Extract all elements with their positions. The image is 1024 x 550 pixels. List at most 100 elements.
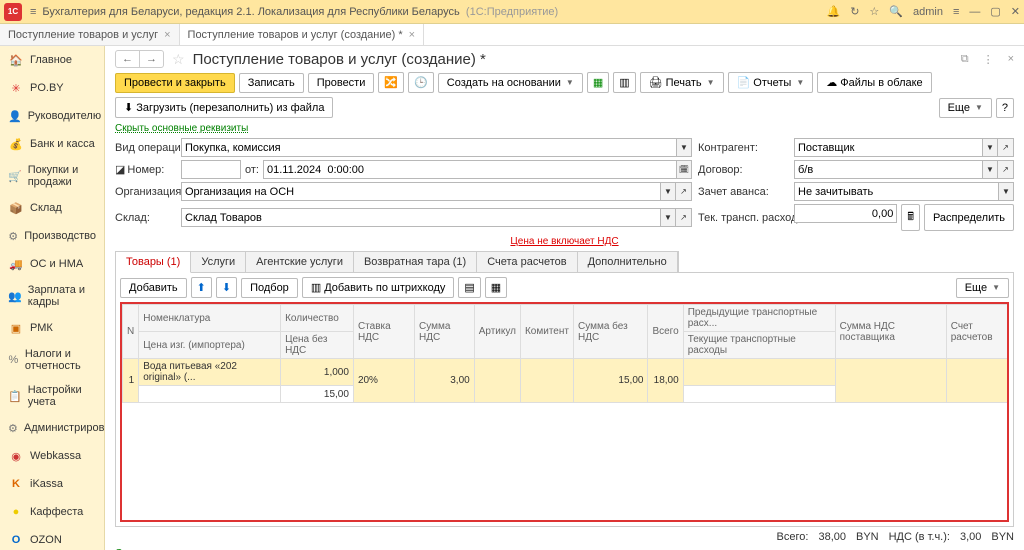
- star-icon[interactable]: ☆: [869, 5, 879, 18]
- sidebar-item[interactable]: 📋Настройки учета: [0, 378, 104, 414]
- di-icon: ◪: [115, 163, 125, 176]
- print-button[interactable]: 🖨 Печать▼: [640, 72, 724, 93]
- tab-goods[interactable]: Товары (1): [116, 252, 191, 273]
- calendar-icon[interactable]: 🗓: [676, 160, 692, 179]
- avans-label: Зачет аванса:: [698, 186, 788, 198]
- toolbar-icon[interactable]: ▤: [458, 277, 480, 298]
- maximize-icon[interactable]: ▢: [990, 5, 1000, 18]
- options-icon[interactable]: ⋮: [983, 53, 994, 66]
- sidebar-item[interactable]: 👥Зарплата и кадры: [0, 278, 104, 314]
- contr-label: Контрагент:: [698, 142, 788, 154]
- document-tab[interactable]: Поступление товаров и услуг×: [0, 24, 180, 45]
- excel-button[interactable]: ▦: [587, 72, 609, 93]
- sidebar-item[interactable]: 👤Руководителю: [0, 102, 104, 130]
- bell-icon[interactable]: 🔔: [826, 5, 840, 18]
- calc-button[interactable]: 🖩: [901, 204, 920, 231]
- table-row[interactable]: 1 Вода питьевая «202 original» (...1,000…: [123, 359, 1010, 386]
- content: ← → ☆ Поступление товаров и услуг (созда…: [105, 46, 1024, 550]
- sklad-label: Склад:: [115, 212, 175, 224]
- menu-icon[interactable]: ≡: [30, 6, 36, 18]
- number-input[interactable]: [181, 160, 241, 179]
- sidebar-item[interactable]: ⚙Администрирование: [0, 414, 104, 442]
- page-title: Поступление товаров и услуг (создание) *: [193, 51, 486, 68]
- sidebar-item[interactable]: 💰Банк и касса: [0, 130, 104, 158]
- warehouse-input[interactable]: [181, 208, 660, 227]
- optype-input[interactable]: [181, 138, 676, 157]
- open-icon[interactable]: ↗: [998, 160, 1014, 179]
- selection-button[interactable]: Подбор: [241, 278, 298, 298]
- structure-button[interactable]: 🕒: [408, 72, 434, 93]
- dropdown-icon[interactable]: ▼: [660, 208, 676, 227]
- toolbar-icon[interactable]: ▦: [485, 277, 507, 298]
- write-button[interactable]: Записать: [239, 73, 304, 93]
- contract-input[interactable]: [794, 160, 982, 179]
- vat-mode-link[interactable]: Цена не включает НДС: [510, 236, 618, 247]
- post-and-close-button[interactable]: Провести и закрыть: [115, 73, 235, 93]
- dropdown-icon[interactable]: ▼: [982, 160, 998, 179]
- tab-services[interactable]: Услуги: [191, 252, 246, 272]
- sidebar-item[interactable]: 🏠Главное: [0, 46, 104, 74]
- search-icon[interactable]: 🔍: [889, 5, 903, 18]
- transport-expenses-input[interactable]: [794, 204, 897, 223]
- more-table-button[interactable]: Еще▼: [956, 278, 1009, 298]
- move-down-button[interactable]: ⬇: [216, 277, 237, 298]
- minimize-icon[interactable]: —: [969, 6, 980, 18]
- org-label: Организация:: [115, 186, 175, 198]
- sidebar-item[interactable]: %Налоги и отчетность: [0, 342, 104, 378]
- forward-button[interactable]: →: [140, 51, 163, 67]
- goods-table[interactable]: N НоменклатураКоличество Ставка НДССумма…: [120, 302, 1009, 522]
- tab-return-tare[interactable]: Возвратная тара (1): [354, 252, 477, 272]
- sidebar-item[interactable]: 🚚ОС и НМА: [0, 250, 104, 278]
- close-icon[interactable]: ×: [164, 29, 170, 41]
- help-button[interactable]: ?: [996, 98, 1014, 118]
- create-based-button[interactable]: Создать на основании▼: [438, 73, 583, 93]
- more-button[interactable]: Еще▼: [939, 98, 992, 118]
- app-title: Бухгалтерия для Беларуси, редакция 2.1. …: [42, 6, 826, 18]
- sidebar-item[interactable]: ✳PO.BY: [0, 74, 104, 102]
- hide-main-link[interactable]: Скрыть основные реквизиты: [115, 123, 248, 134]
- move-up-button[interactable]: ⬆: [191, 277, 212, 298]
- sidebar-item[interactable]: OOZON: [0, 526, 104, 550]
- post-button[interactable]: Провести: [308, 73, 375, 93]
- back-button[interactable]: ←: [116, 51, 140, 67]
- history-icon[interactable]: ↻: [850, 5, 859, 18]
- tab-extra[interactable]: Дополнительно: [578, 252, 678, 272]
- open-icon[interactable]: ↗: [676, 208, 692, 227]
- user-label[interactable]: admin: [913, 6, 943, 18]
- dropdown-icon[interactable]: ▼: [676, 138, 692, 157]
- sidebar-item[interactable]: ▣РМК: [0, 314, 104, 342]
- barcode-button[interactable]: ▥: [613, 72, 635, 93]
- reports-button[interactable]: 📄 Отчеты▼: [728, 72, 814, 93]
- sidebar-item[interactable]: ⚙Производство: [0, 222, 104, 250]
- sidebar-item[interactable]: 📦Склад: [0, 194, 104, 222]
- detach-icon[interactable]: ⧉: [961, 53, 969, 66]
- settings-icon[interactable]: ≡: [953, 6, 959, 18]
- open-icon[interactable]: ↗: [676, 182, 692, 201]
- org-input[interactable]: [181, 182, 660, 201]
- contractor-input[interactable]: [794, 138, 982, 157]
- document-tab[interactable]: Поступление товаров и услуг (создание) *…: [180, 24, 425, 45]
- movements-button[interactable]: 🔀: [378, 72, 404, 93]
- tab-agent[interactable]: Агентские услуги: [246, 252, 354, 272]
- sidebar-item[interactable]: ●Каффеста: [0, 498, 104, 526]
- close-icon[interactable]: ×: [409, 29, 415, 41]
- load-from-file-button[interactable]: ⬇ Загрузить (перезаполнить) из файла: [115, 97, 333, 118]
- add-by-barcode-button[interactable]: ▥ Добавить по штрихкоду: [302, 277, 455, 298]
- sidebar-item[interactable]: KiKassa: [0, 470, 104, 498]
- close-icon[interactable]: ✕: [1011, 5, 1020, 18]
- dropdown-icon[interactable]: ▼: [660, 182, 676, 201]
- sidebar: 🏠Главное ✳PO.BY 👤Руководителю 💰Банк и ка…: [0, 46, 105, 550]
- add-row-button[interactable]: Добавить: [120, 278, 187, 298]
- date-input[interactable]: [263, 160, 676, 179]
- favorite-icon[interactable]: ☆: [172, 51, 185, 68]
- sidebar-item[interactable]: 🛒Покупки и продажи: [0, 158, 104, 194]
- dropdown-icon[interactable]: ▼: [998, 182, 1014, 201]
- close-page-icon[interactable]: ×: [1008, 53, 1014, 65]
- tab-accounts[interactable]: Счета расчетов: [477, 252, 577, 272]
- dropdown-icon[interactable]: ▼: [982, 138, 998, 157]
- advance-input[interactable]: [794, 182, 998, 201]
- open-icon[interactable]: ↗: [998, 138, 1014, 157]
- cloud-files-button[interactable]: ☁ Файлы в облаке: [817, 72, 931, 93]
- distribute-button[interactable]: Распределить: [924, 204, 1014, 231]
- sidebar-item[interactable]: ◉Webkassa: [0, 442, 104, 470]
